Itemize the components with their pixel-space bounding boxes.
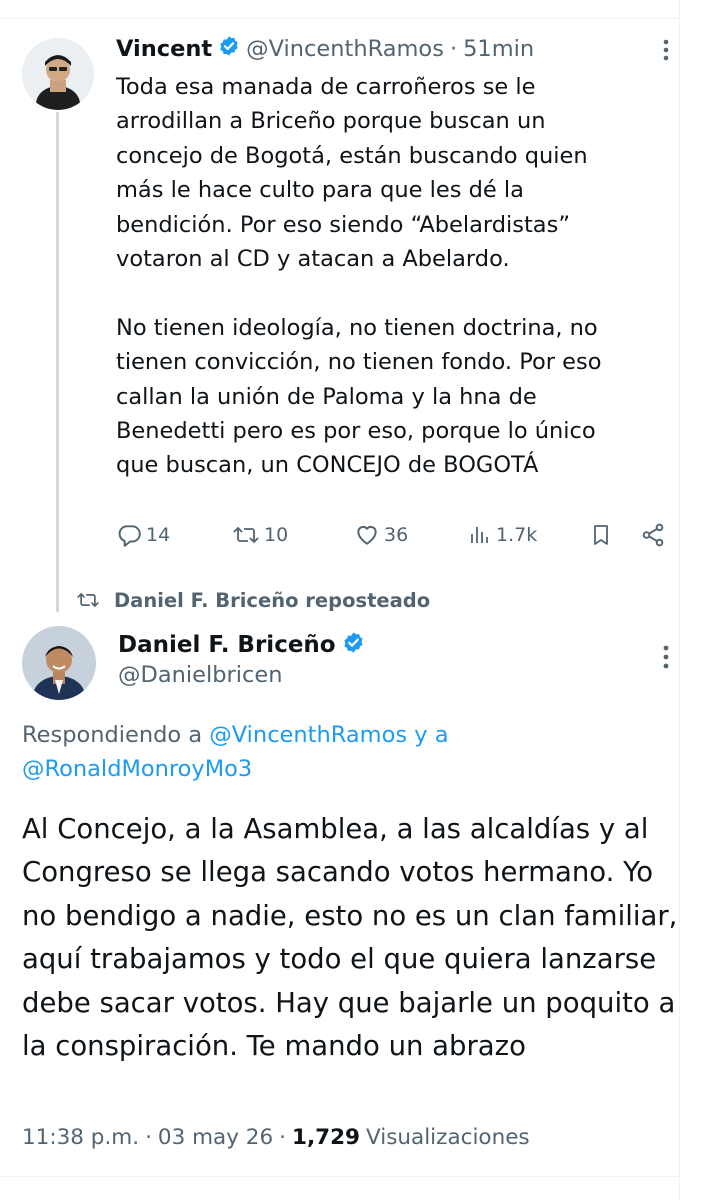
like-count: 36 [384,524,409,546]
more-icon[interactable] [656,644,676,674]
like-icon [354,522,380,548]
tweet-time[interactable]: 11:38 p.m. [22,1125,139,1150]
author-name[interactable]: Daniel F. Briceño [118,632,336,658]
views-button[interactable]: 1.7k [468,520,537,550]
divider [0,1176,680,1177]
thread-line [56,112,59,612]
verified-badge-icon [218,35,240,63]
meta-dot: · [145,1124,152,1150]
author-name[interactable]: Vincent [116,36,212,62]
views-label: Visualizaciones [366,1124,530,1150]
tweet2-header: Daniel F. Briceño [118,628,365,662]
tweet-text: Toda esa manada de carroñeros se le arro… [116,74,602,479]
reply-icon [116,522,142,548]
repost-count: 10 [264,524,289,546]
replying-to: Respondiendo a @VincenthRamos y a @Ronal… [22,718,662,786]
verified-badge-icon [342,631,365,660]
mention-ronaldmonroymo3[interactable]: @RonaldMonroyMo3 [22,756,252,782]
repost-button[interactable]: 10 [232,520,288,550]
avatar-vincent[interactable] [22,38,94,110]
views-count: 1,729 [291,1124,360,1150]
author-handle[interactable]: @VincenthRamos [246,36,444,62]
avatar-daniel[interactable] [22,626,96,700]
tweet-text: Al Concejo, a la Asamblea, a las alcaldí… [22,813,678,1063]
repost-banner[interactable]: Daniel F. Briceño reposteado [76,586,430,614]
repost-banner-text: Daniel F. Briceño reposteado [114,588,431,612]
tweet-date[interactable]: 03 may 26 [158,1125,273,1150]
mention-vincenthramos[interactable]: @VincenthRamos [209,722,407,748]
tweet-time[interactable]: 51min [463,36,534,62]
bookmark-icon [589,522,613,548]
more-icon[interactable] [656,38,676,66]
author-handle[interactable]: @Danielbricen [118,662,282,688]
views-count: 1.7k [496,524,538,546]
like-button[interactable]: 36 [354,520,408,550]
tweet-meta: 11:38 p.m. · 03 may 26 · 1,729 Visualiza… [22,1120,530,1154]
replying-prefix: Respondiendo a [22,722,210,748]
share-button[interactable] [640,520,666,550]
meta-dot: · [279,1124,286,1150]
reply-count: 14 [146,524,171,546]
repost-icon [232,522,260,548]
share-icon [640,522,666,548]
views-icon [468,522,492,548]
bookmark-button[interactable] [589,520,613,550]
replying-and: y a [407,722,449,748]
previous-tweet-separator [0,0,702,19]
repost-icon [76,589,100,611]
header-separator: · [449,36,458,62]
reply-button[interactable]: 14 [116,520,170,550]
tweet1-header: Vincent @VincenthRamos · 51min [116,33,534,65]
